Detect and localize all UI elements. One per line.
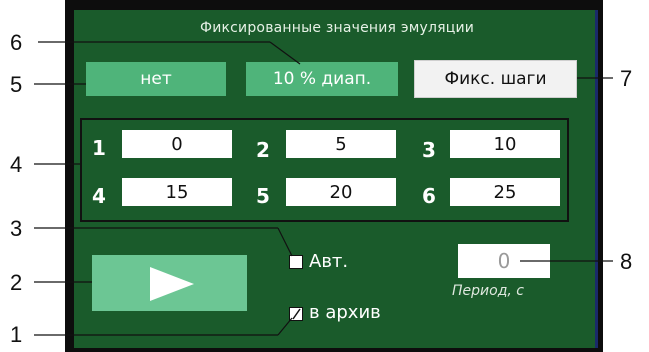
callout-lines: [34, 41, 613, 336]
callout-1: 1: [10, 322, 23, 347]
callout-7: 7: [620, 66, 633, 91]
callout-2: 2: [10, 270, 23, 295]
callout-4: 4: [10, 152, 23, 177]
callout-5: 5: [10, 72, 23, 97]
callout-3: 3: [10, 216, 23, 241]
callout-6: 6: [10, 30, 23, 55]
callout-8: 8: [620, 249, 633, 274]
